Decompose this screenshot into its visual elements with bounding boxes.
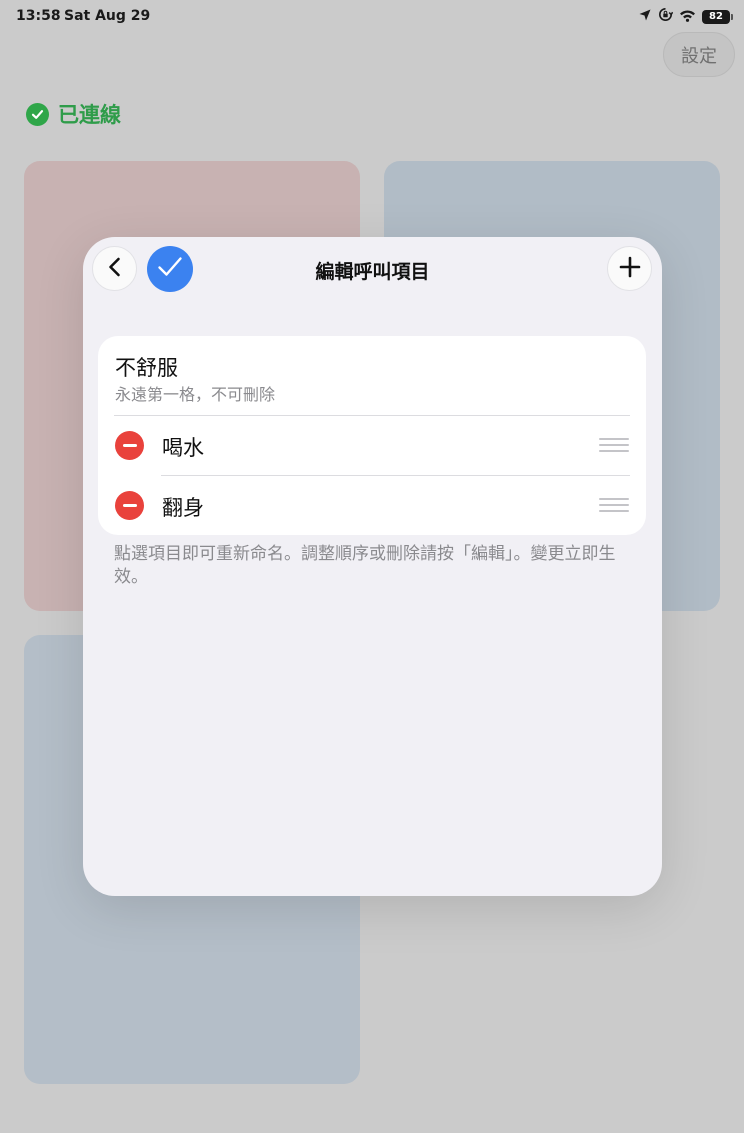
delete-item-button[interactable] xyxy=(115,431,144,460)
fixed-item-title[interactable]: 不舒服 xyxy=(115,352,178,382)
connection-label: 已連線 xyxy=(58,103,121,127)
delete-item-button[interactable] xyxy=(115,491,144,520)
sheet-title: 編輯呼叫項目 xyxy=(315,261,430,283)
wifi-icon xyxy=(679,7,696,26)
footer-note: 點選項目即可重新命名。調整順序或刪除請按「編輯」。變更立即生效。 xyxy=(114,544,616,587)
minus-circle-icon xyxy=(122,444,137,447)
list-item[interactable]: 翻身 xyxy=(98,476,646,534)
status-icons: 82 xyxy=(638,7,733,26)
orientation-lock-icon xyxy=(658,7,674,26)
location-arrow-icon xyxy=(638,7,652,26)
fixed-item-subtitle: 永遠第一格，不可刪除 xyxy=(115,385,276,404)
edit-call-items-sheet: 編輯呼叫項目 不舒服 永遠第一格，不可刪除 喝水 翻身 點選項目即可重新命名。調… xyxy=(83,237,662,896)
status-bar: 13:58 Sat Aug 29 82 xyxy=(0,0,744,34)
list-item[interactable]: 喝水 xyxy=(98,416,646,474)
drag-handle-icon[interactable] xyxy=(599,437,629,453)
call-items-list: 不舒服 永遠第一格，不可刪除 喝水 翻身 xyxy=(98,336,646,535)
status-date: Sat Aug 29 xyxy=(64,8,151,24)
minus-circle-icon xyxy=(122,504,137,507)
plus-icon xyxy=(619,256,641,282)
list-item-label[interactable]: 翻身 xyxy=(162,492,204,522)
status-time: 13:58 xyxy=(16,8,61,24)
list-item-label[interactable]: 喝水 xyxy=(162,432,204,462)
connection-status: 已連線 xyxy=(26,99,121,129)
add-item-button[interactable] xyxy=(607,246,652,291)
settings-button[interactable]: 設定 xyxy=(663,32,735,77)
drag-handle-icon[interactable] xyxy=(599,497,629,513)
battery-indicator: 82 xyxy=(702,9,733,24)
check-circle-icon xyxy=(26,102,49,126)
